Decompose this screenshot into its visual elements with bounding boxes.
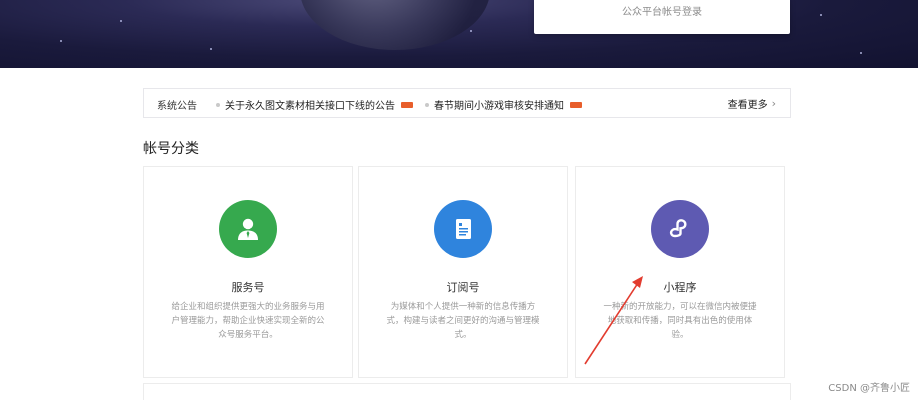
user-icon — [219, 200, 277, 258]
bullet-icon — [216, 102, 220, 107]
document-icon — [434, 200, 492, 258]
card-description: 一种新的开放能力，可以在微信内被便捷地获取和传播，同时具有出色的使用体验。 — [603, 302, 757, 340]
login-link[interactable]: 公众平台帐号登录 — [534, 3, 790, 18]
announcement-text[interactable]: 关于永久图文素材相关接口下线的公告 — [225, 97, 395, 112]
announcement-label: 系统公告 — [157, 101, 197, 112]
watermark: CSDN @齐鲁小匠 — [828, 383, 910, 394]
section-title: 帐号分类 — [143, 141, 199, 157]
new-badge-icon — [570, 101, 582, 108]
bottom-strip — [143, 383, 791, 400]
bullet-icon — [425, 102, 429, 107]
card-subscription-account[interactable]: 订阅号 为媒体和个人提供一种新的信息传播方式，构建与读者之间更好的沟通与管理模式… — [358, 166, 568, 378]
account-type-cards: 服务号 给企业和组织提供更强大的业务服务与用户管理能力，帮助企业快速实现全新的公… — [143, 166, 788, 378]
card-title: 订阅号 — [446, 281, 480, 294]
announcement-item[interactable]: 春节期间小游戏审核安排通知 — [425, 97, 582, 112]
announcement-item[interactable]: 关于永久图文素材相关接口下线的公告 — [216, 97, 413, 112]
view-more-label[interactable]: 查看更多 — [728, 96, 768, 111]
card-title: 服务号 — [231, 281, 265, 294]
announcement-text[interactable]: 春节期间小游戏审核安排通知 — [434, 97, 564, 112]
login-card: 公众平台帐号登录 — [534, 0, 790, 34]
new-badge-icon — [401, 101, 413, 108]
planet-graphic — [300, 0, 490, 50]
card-description: 给企业和组织提供更强大的业务服务与用户管理能力，帮助企业快速实现全新的公众号服务… — [171, 302, 325, 340]
card-description: 为媒体和个人提供一种新的信息传播方式，构建与读者之间更好的沟通与管理模式。 — [386, 302, 540, 340]
chevron-right-icon: › — [771, 97, 776, 110]
miniprogram-icon — [651, 200, 709, 258]
card-mini-program[interactable]: 小程序 一种新的开放能力，可以在微信内被便捷地获取和传播，同时具有出色的使用体验… — [575, 166, 785, 378]
announcement-bar: 系统公告 关于永久图文素材相关接口下线的公告 春节期间小游戏审核安排通知 查看更… — [143, 88, 791, 118]
view-more-link[interactable]: 查看更多 › — [728, 96, 776, 111]
card-service-account[interactable]: 服务号 给企业和组织提供更强大的业务服务与用户管理能力，帮助企业快速实现全新的公… — [143, 166, 353, 378]
hero-banner: 公众平台帐号登录 — [0, 0, 918, 68]
card-title: 小程序 — [663, 281, 697, 294]
